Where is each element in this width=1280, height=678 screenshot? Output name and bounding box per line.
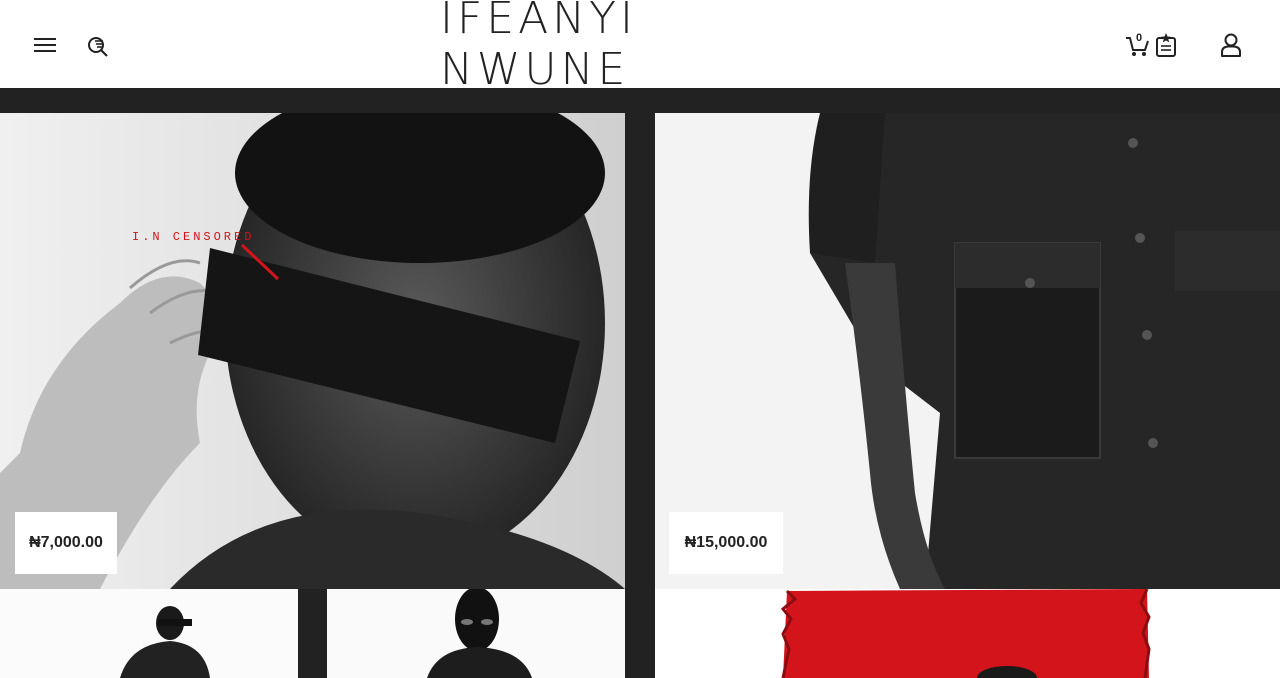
wishlist-clipboard-star-icon xyxy=(1156,33,1176,57)
header-band xyxy=(0,88,1280,113)
site-header: IFEANYI NWUNE 0 xyxy=(0,0,1280,95)
gutter xyxy=(625,113,655,678)
brand-logo[interactable]: IFEANYI NWUNE xyxy=(440,0,840,95)
product-image-figure xyxy=(0,589,298,678)
menu-button[interactable] xyxy=(30,32,60,58)
product-price: ₦7,000.00 xyxy=(15,512,117,574)
product-tile-4[interactable] xyxy=(327,589,625,678)
product-price: ₦15,000.00 xyxy=(669,512,783,574)
product-image-masked-figure xyxy=(327,589,625,678)
user-account-icon xyxy=(1221,33,1241,57)
search-button[interactable] xyxy=(84,32,112,60)
product-tile-2[interactable]: ₦15,000.00 xyxy=(655,113,1280,589)
product-image-red-brush xyxy=(655,589,1280,678)
hamburger-menu-icon xyxy=(34,38,56,52)
account-button[interactable] xyxy=(1216,30,1246,60)
censored-text: I.N CENSORED xyxy=(132,230,254,244)
cart-count-badge: 0 xyxy=(1136,32,1143,44)
wishlist-button[interactable] xyxy=(1152,30,1180,60)
search-icon xyxy=(88,37,108,57)
product-tile-3[interactable] xyxy=(0,589,298,678)
product-tile-1[interactable]: I.N CENSORED ₦7,000.00 xyxy=(0,113,625,589)
gutter xyxy=(298,589,327,678)
product-tile-5[interactable] xyxy=(655,589,1280,678)
